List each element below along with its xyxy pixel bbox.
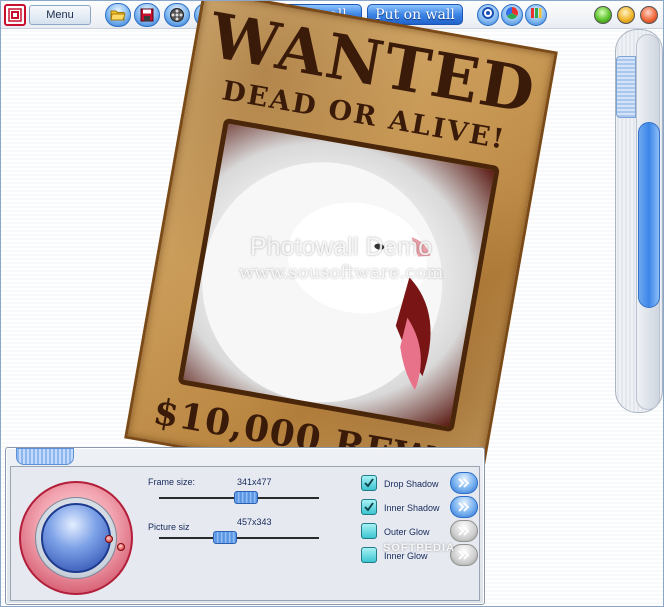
- maximize-button[interactable]: [617, 6, 635, 24]
- scrollbar-thumb[interactable]: [638, 122, 660, 308]
- inner-glow-checkbox[interactable]: [361, 547, 377, 563]
- checkmark-icon: [364, 478, 374, 488]
- dial-knob[interactable]: [41, 503, 111, 573]
- pause-icon: [529, 6, 543, 25]
- picture-size-slider-thumb[interactable]: [213, 531, 238, 544]
- color-palette-icon: [505, 6, 519, 25]
- double-chevron-right-icon: [458, 502, 470, 512]
- frame-size-label: Frame size:: [148, 477, 196, 487]
- frame-size-value: 341x477: [237, 477, 272, 487]
- open-folder-icon: [110, 8, 126, 22]
- app-window: Menu e Goto wall Put on wa: [0, 0, 664, 607]
- dial-marker-outer[interactable]: [117, 543, 125, 551]
- picture-size-label: Picture siz: [148, 522, 190, 532]
- vertical-scrollbar[interactable]: [615, 29, 663, 413]
- save-button[interactable]: [134, 3, 160, 27]
- close-button[interactable]: [640, 6, 658, 24]
- rotation-dial[interactable]: [19, 481, 133, 595]
- app-logo-icon[interactable]: [4, 4, 26, 26]
- inner-glow-settings-button[interactable]: [450, 544, 478, 566]
- settings-button[interactable]: [477, 4, 499, 26]
- outer-glow-settings-button[interactable]: [450, 520, 478, 542]
- picture-size-track[interactable]: [159, 537, 319, 539]
- drop-shadow-settings-button[interactable]: [450, 472, 478, 494]
- lion-photo: [177, 117, 501, 433]
- settings-icon: [481, 6, 495, 25]
- double-chevron-right-icon: [458, 526, 470, 536]
- inner-shadow-label: Inner Shadow: [384, 503, 440, 513]
- panel-body: Frame size: 341x477 Picture siz 457x343 …: [10, 466, 480, 601]
- inner-glow-label: Inner Glow: [384, 551, 428, 561]
- frame-size-slider-thumb[interactable]: [233, 491, 258, 504]
- drop-shadow-label: Drop Shadow: [384, 479, 439, 489]
- inner-shadow-checkbox[interactable]: [361, 499, 377, 515]
- picture-size-value: 457x343: [237, 517, 272, 527]
- outer-glow-label: Outer Glow: [384, 527, 430, 537]
- color-button[interactable]: [501, 4, 523, 26]
- open-button[interactable]: [105, 3, 131, 27]
- scrollbar-grip[interactable]: [616, 56, 636, 118]
- double-chevron-right-icon: [458, 550, 470, 560]
- white-lion-image: [202, 162, 443, 403]
- film-button[interactable]: [164, 3, 190, 27]
- inner-shadow-settings-button[interactable]: [450, 496, 478, 518]
- double-chevron-right-icon: [458, 478, 470, 488]
- panel-drag-handle[interactable]: [16, 448, 74, 465]
- dial-marker[interactable]: [105, 535, 113, 543]
- save-icon: [140, 8, 154, 22]
- film-reel-icon: [169, 7, 185, 23]
- settings-panel: Frame size: 341x477 Picture siz 457x343 …: [5, 447, 485, 605]
- minimize-button[interactable]: [594, 6, 612, 24]
- menu-button[interactable]: Menu: [29, 5, 91, 25]
- wanted-poster[interactable]: WANTED DEAD OR ALIVE! $10,000 REWA: [124, 1, 558, 501]
- drop-shadow-checkbox[interactable]: [361, 475, 377, 491]
- checkmark-icon: [364, 502, 374, 512]
- outer-glow-checkbox[interactable]: [361, 523, 377, 539]
- pause-button[interactable]: [525, 4, 547, 26]
